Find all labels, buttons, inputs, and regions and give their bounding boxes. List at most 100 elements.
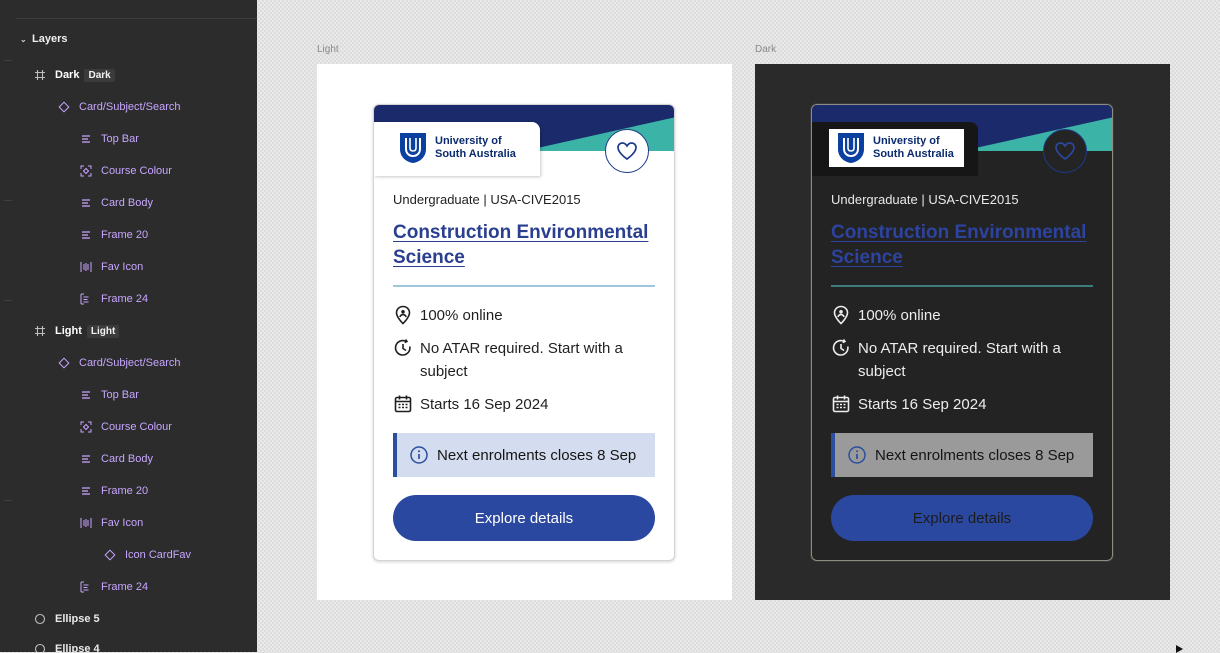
layer-row-card-body[interactable]: Card Body — [16, 448, 257, 470]
layer-label: Course Colour — [101, 165, 172, 177]
frame-icon — [34, 69, 46, 81]
layers-header[interactable]: ⌄ Layers — [20, 31, 67, 47]
logo-tab: University of South Australia — [812, 122, 978, 176]
favourite-button[interactable] — [1043, 129, 1087, 173]
layers-panel: ⌄ Layers Dark Dark Card/Subject/Search T… — [16, 0, 257, 652]
auto-layout-icon — [80, 197, 92, 209]
auto-layout-wrap-icon — [80, 581, 92, 593]
layer-row-fav-icon[interactable]: Fav Icon — [16, 512, 257, 534]
chevron-down-icon[interactable]: ⌄ — [20, 35, 32, 44]
university-logo: University of South Australia — [829, 129, 964, 167]
layer-label: Fav Icon — [101, 261, 144, 273]
entry-requirement-text: No ATAR required. Start with a subject — [858, 340, 1061, 380]
favourite-button[interactable] — [605, 129, 649, 173]
layer-row-dark-frame[interactable]: Dark Dark — [16, 64, 257, 86]
start-date: Starts 16 Sep 2024 — [831, 393, 1083, 416]
layer-label: Top Bar — [101, 389, 139, 401]
layer-label: Frame 24 — [101, 293, 149, 305]
instance-icon — [58, 101, 70, 113]
layer-label: Icon CardFav — [125, 549, 192, 561]
delivery-mode-text: 100% online — [420, 307, 503, 324]
layer-row-fav-icon[interactable]: Fav Icon — [16, 256, 257, 278]
instance-icon — [104, 549, 116, 561]
layers-header-label: Layers — [32, 33, 68, 45]
ellipse-icon — [34, 613, 46, 625]
layer-row-top-bar[interactable]: Top Bar — [16, 128, 257, 150]
layer-row-course-colour[interactable]: Course Colour — [16, 416, 257, 438]
delivery-mode-text: 100% online — [858, 307, 941, 324]
layer-label: Card/Subject/Search — [79, 357, 181, 369]
start-date-text: Starts 16 Sep 2024 — [858, 396, 987, 413]
panel-divider — [16, 18, 257, 19]
explore-details-button[interactable]: Explore details — [831, 495, 1093, 541]
layer-row-card[interactable]: Card/Subject/Search — [16, 96, 257, 118]
entry-requirement: No ATAR required. Start with a subject — [831, 337, 1083, 383]
toolstrip-divider — [4, 300, 12, 301]
component-frame-icon — [80, 165, 92, 177]
course-card[interactable]: University of South Australia Undergradu… — [811, 104, 1113, 561]
auto-layout-vertical-icon — [80, 517, 92, 529]
layer-label: Card/Subject/Search — [79, 101, 181, 113]
layer-row-ellipse-4[interactable]: Ellipse 4 — [16, 638, 257, 652]
info-icon — [848, 446, 866, 464]
calendar-icon — [832, 395, 850, 413]
delivery-mode: 100% online — [393, 304, 645, 327]
layer-row-top-bar[interactable]: Top Bar — [16, 384, 257, 406]
logo-tab: University of South Australia — [374, 122, 540, 176]
enrolment-notice-text: Next enrolments closes 8 Sep — [437, 446, 637, 464]
location-pin-icon — [833, 305, 849, 325]
clock-arrow-icon — [832, 339, 849, 356]
start-date-text: Starts 16 Sep 2024 — [420, 396, 549, 413]
title-divider — [831, 285, 1093, 287]
toolstrip-divider — [4, 60, 12, 61]
layer-label: Frame 20 — [101, 229, 149, 241]
layer-label: Card Body — [101, 453, 153, 465]
logo-line-1: University of — [873, 135, 940, 147]
delivery-mode: 100% online — [831, 304, 1083, 327]
course-meta: Undergraduate | USA-CIVE2015 — [393, 192, 581, 207]
layer-row-course-colour[interactable]: Course Colour — [16, 160, 257, 182]
enrolment-notice: Next enrolments closes 8 Sep — [393, 433, 655, 477]
dark-frame[interactable]: University of South Australia Undergradu… — [755, 64, 1170, 600]
title-divider — [393, 285, 655, 287]
course-title-link[interactable]: Construction Environmental Science — [393, 220, 655, 270]
layer-label: Ellipse 4 — [55, 643, 100, 652]
heart-icon — [1055, 142, 1075, 161]
course-title-link[interactable]: Construction Environmental Science — [831, 220, 1093, 270]
instance-icon — [58, 357, 70, 369]
layer-row-frame-24[interactable]: Frame 24 — [16, 288, 257, 310]
layer-label: Top Bar — [101, 133, 139, 145]
auto-layout-icon — [80, 133, 92, 145]
heart-icon — [617, 142, 637, 161]
course-card[interactable]: University of South Australia Undergradu… — [373, 104, 675, 561]
entry-requirement: No ATAR required. Start with a subject — [393, 337, 645, 383]
calendar-icon — [394, 395, 412, 413]
logo-line-2: South Australia — [873, 148, 954, 160]
auto-layout-icon — [80, 389, 92, 401]
light-frame[interactable]: University of South Australia Undergradu… — [317, 64, 732, 600]
toolstrip-divider — [4, 500, 12, 501]
layer-row-card[interactable]: Card/Subject/Search — [16, 352, 257, 374]
frame-label-dark[interactable]: Dark — [755, 44, 776, 55]
frame-icon — [34, 325, 46, 337]
layer-row-card-body[interactable]: Card Body — [16, 192, 257, 214]
layer-row-light-frame[interactable]: Light Light — [16, 320, 257, 342]
frame-label-light[interactable]: Light — [317, 44, 339, 55]
explore-details-button[interactable]: Explore details — [393, 495, 655, 541]
layer-badge: Light — [86, 324, 120, 338]
component-frame-icon — [80, 421, 92, 433]
auto-layout-icon — [80, 485, 92, 497]
auto-layout-wrap-icon — [80, 293, 92, 305]
logo-line-1: University of — [435, 135, 502, 147]
layer-label: Card Body — [101, 197, 153, 209]
toolstrip-divider — [4, 200, 12, 201]
layer-row-icon-cardfav[interactable]: Icon CardFav — [16, 544, 257, 566]
layer-row-ellipse-5[interactable]: Ellipse 5 — [16, 608, 257, 630]
layer-row-frame-20[interactable]: Frame 20 — [16, 480, 257, 502]
layer-row-frame-20[interactable]: Frame 20 — [16, 224, 257, 246]
layer-row-frame-24[interactable]: Frame 24 — [16, 576, 257, 598]
layer-label: Ellipse 5 — [55, 613, 100, 625]
layer-label: Fav Icon — [101, 517, 144, 529]
logo-line-2: South Australia — [435, 148, 516, 160]
layer-label: Light — [55, 325, 82, 337]
